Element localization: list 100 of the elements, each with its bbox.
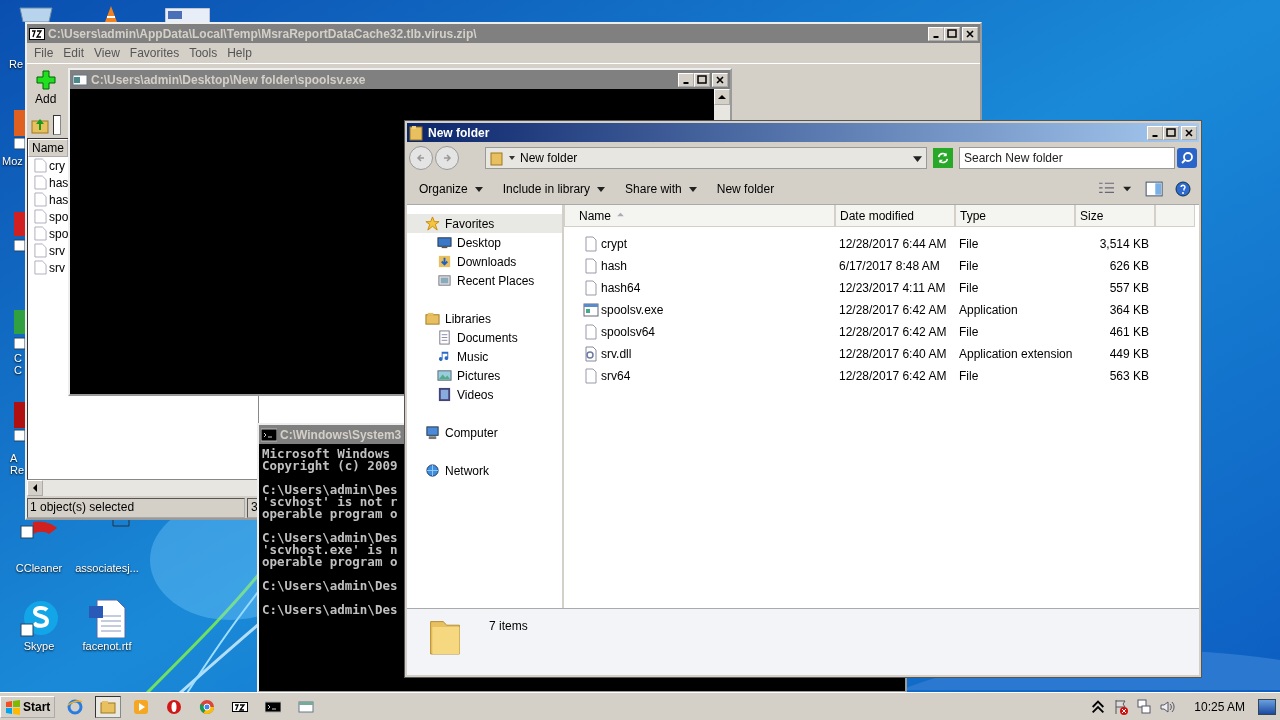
console-line: C:\Users\admin\Des xyxy=(262,580,398,592)
nav-item[interactable]: Recent Places xyxy=(407,271,562,290)
file-size: 557 KB xyxy=(1109,281,1149,295)
cone-icon[interactable] xyxy=(104,6,118,22)
scroll-up-button[interactable] xyxy=(714,89,730,105)
close-button[interactable] xyxy=(1181,125,1197,140)
minimize-button[interactable] xyxy=(1147,125,1163,140)
downloads-icon xyxy=(437,254,452,269)
toolbar-button[interactable]: Include in library xyxy=(494,180,614,198)
refresh-icon xyxy=(936,151,950,165)
file-row[interactable]: spoolsv64 12/28/2017 6:42 AM File 461 KB xyxy=(564,321,1199,343)
desktop-icon-label: A xyxy=(10,452,18,464)
toolbar-button[interactable]: Organize xyxy=(411,180,491,198)
desktop-icon-label[interactable]: associatesj... xyxy=(75,562,139,574)
column-header[interactable]: Size xyxy=(1075,205,1155,227)
nav-item[interactable]: Music xyxy=(407,347,562,366)
refresh-button[interactable] xyxy=(933,148,953,168)
menu-item[interactable]: Favorites xyxy=(124,46,185,60)
back-arrow-icon xyxy=(415,152,427,164)
item-count: 7 items xyxy=(489,619,528,633)
column-header[interactable]: Name xyxy=(564,205,835,227)
maximize-icon xyxy=(697,74,707,85)
desktop-icon-label: Re xyxy=(9,58,24,70)
desktop-icon-label: C xyxy=(14,364,22,376)
toolbar-button[interactable]: Share with xyxy=(617,180,705,198)
flag-error-icon[interactable] xyxy=(1113,698,1130,715)
console-line: C:\Users\admin\Des xyxy=(262,484,398,496)
menu-item[interactable]: View xyxy=(89,46,125,60)
clock[interactable]: 10:25 AM xyxy=(1194,699,1245,714)
file-size: 3,514 KB xyxy=(1099,237,1149,251)
menu-item[interactable]: Tools xyxy=(184,46,223,60)
desktop-icon-label[interactable]: facenot.rtf xyxy=(82,640,132,652)
file-name[interactable]: srv xyxy=(49,243,65,258)
search-icon xyxy=(1180,151,1194,165)
date-modified: 12/28/2017 6:42 AM xyxy=(839,325,947,339)
maximize-button[interactable] xyxy=(1163,125,1179,140)
speaker-icon[interactable] xyxy=(1159,698,1176,715)
toolbar-button[interactable]: New folder xyxy=(708,180,783,198)
menu-item[interactable]: File xyxy=(29,46,59,60)
nav-item[interactable]: Videos xyxy=(407,385,562,404)
nav-item[interactable]: Pictures xyxy=(407,366,562,385)
file-type: File xyxy=(959,369,979,383)
documents-icon xyxy=(437,330,452,345)
file-name[interactable]: cry xyxy=(49,158,65,173)
file-row[interactable]: crypt 12/28/2017 6:44 AM File 3,514 KB xyxy=(564,233,1199,255)
nav-item[interactable]: Libraries xyxy=(407,309,562,328)
desktop-icon-label[interactable]: CCleaner xyxy=(15,562,63,574)
status-text: 1 object(s) selected xyxy=(27,498,245,518)
file-name[interactable]: has xyxy=(49,175,69,190)
caret-icon xyxy=(508,154,516,162)
menu-item[interactable]: Edit xyxy=(58,46,90,60)
nav-item[interactable]: Network xyxy=(407,461,562,480)
console-line: Copyright (c) 2009 xyxy=(262,460,398,472)
shortcut-icon xyxy=(14,212,26,252)
libraries-icon xyxy=(425,311,440,326)
play-icon xyxy=(133,698,150,715)
search-field[interactable]: Search New folder xyxy=(959,147,1175,169)
minimize-icon xyxy=(1152,134,1158,137)
maximize-icon xyxy=(947,28,957,39)
start-button[interactable]: Start xyxy=(0,695,56,718)
address-bar[interactable]: New folder xyxy=(485,147,927,169)
chevron-up-icon xyxy=(1090,698,1107,715)
desktop-icon xyxy=(437,235,452,250)
console-line: operable program o xyxy=(262,556,398,568)
column-header[interactable]: Date modified xyxy=(835,205,955,227)
file-name[interactable]: srv xyxy=(49,260,65,275)
maximize-icon xyxy=(1166,127,1176,138)
file-row[interactable]: hash64 12/23/2017 4:11 AM File 557 KB xyxy=(564,277,1199,299)
column-header[interactable]: Type xyxy=(955,205,1075,227)
file-name: srv.dll xyxy=(601,347,632,361)
file-row[interactable]: spoolsv.exe 12/28/2017 6:42 AM Application 364 KB xyxy=(564,299,1199,321)
desktop-icon-label[interactable]: Skype xyxy=(23,640,55,652)
nav-item[interactable]: Documents xyxy=(407,328,562,347)
file-name: spoolsv.exe xyxy=(601,303,664,317)
file-type: File xyxy=(959,237,979,251)
add-button[interactable]: Add xyxy=(33,70,59,106)
nav-item[interactable]: Downloads xyxy=(407,252,562,271)
file-row[interactable]: srv.dll 12/28/2017 6:40 AM Application extension 449 KB xyxy=(564,343,1199,365)
taskbar-button[interactable] xyxy=(95,695,122,718)
left-arrow-icon xyxy=(31,484,39,492)
show-desktop-button[interactable] xyxy=(1258,698,1276,715)
minimize-icon xyxy=(683,81,689,84)
scroll-left-button[interactable] xyxy=(27,480,43,496)
file-name[interactable]: spo xyxy=(49,226,69,241)
network-icon[interactable] xyxy=(1136,698,1153,715)
path-field[interactable] xyxy=(53,115,61,135)
caret-icon xyxy=(913,153,922,163)
nav-item[interactable]: Favorites xyxy=(407,214,562,233)
file-name[interactable]: has xyxy=(49,192,69,207)
file-name: hash64 xyxy=(601,281,641,295)
file-name[interactable]: spo xyxy=(49,209,69,224)
file-row[interactable]: srv64 12/28/2017 6:42 AM File 563 KB xyxy=(564,365,1199,387)
forward-arrow-icon xyxy=(441,152,453,164)
menu-item[interactable]: Help xyxy=(222,46,257,60)
file-type: Application xyxy=(959,303,1018,317)
column-header[interactable]: Name xyxy=(28,139,68,157)
search-button[interactable] xyxy=(1177,148,1197,168)
nav-item[interactable]: Desktop xyxy=(407,233,562,252)
file-row[interactable]: hash 6/17/2017 8:48 AM File 626 KB xyxy=(564,255,1199,277)
nav-item[interactable]: Computer xyxy=(407,423,562,442)
